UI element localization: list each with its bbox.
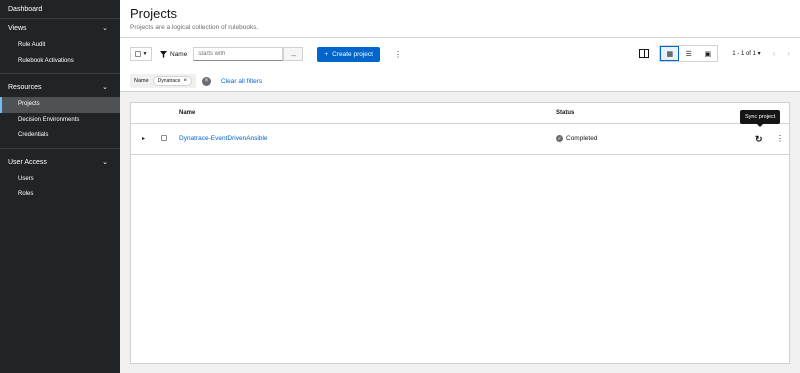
sidebar-item-roles[interactable]: Roles [0, 187, 120, 203]
column-header-name[interactable]: Name [179, 110, 195, 116]
chevron-down-icon: ⌄ [102, 84, 108, 91]
card-view-button[interactable]: ▣ [698, 46, 718, 61]
sidebar-item-rule-audit[interactable]: Rule Audit [0, 38, 120, 54]
plus-icon: + [324, 50, 329, 58]
caret-down-icon: ▼ [142, 51, 148, 57]
close-icon[interactable]: × [183, 78, 187, 84]
sidebar-item-rulebook-activations[interactable]: Rulebook Activations [0, 54, 120, 70]
chip-label: Dynatrace [157, 78, 181, 84]
page-header: Projects Projects are a logical collecti… [120, 0, 800, 38]
filter-chip: Dynatrace × [152, 76, 192, 86]
column-header-status[interactable]: Status [556, 110, 574, 116]
page-subtitle: Projects are a logical collection of rul… [130, 24, 259, 31]
previous-page-button[interactable]: ‹ [773, 49, 776, 58]
pagination-label: 1 - 1 of 1 [732, 51, 756, 57]
sync-icon[interactable]: ↻ [755, 134, 763, 145]
filter-attribute-select[interactable]: Name [160, 50, 188, 58]
clear-all-filters-link[interactable]: Clear all filters [221, 78, 262, 85]
toolbar: ▼ Name → + Create project ⋮ ▦ ☰ ▣ [120, 38, 800, 92]
arrow-right-icon: → [289, 49, 298, 59]
search-input[interactable] [193, 47, 284, 61]
filter-icon [160, 50, 167, 58]
project-name-link[interactable]: Dynatrace-EventDrivenAnsible [179, 135, 268, 142]
sidebar-item-credentials[interactable]: Credentials [0, 128, 120, 144]
create-project-button[interactable]: + Create project [317, 46, 380, 62]
table-icon: ▦ [666, 50, 674, 58]
create-project-label: Create project [332, 50, 373, 58]
manage-columns-icon[interactable] [639, 49, 650, 58]
list-view-button[interactable]: ☰ [679, 46, 699, 61]
row-kebab-menu[interactable]: ⋮ [776, 134, 784, 143]
search-submit-button[interactable]: → [283, 47, 304, 61]
grid-icon: ▣ [704, 50, 712, 58]
view-toggle: ▦ ☰ ▣ [659, 45, 719, 62]
table-view-button[interactable]: ▦ [660, 46, 680, 61]
chevron-down-icon: ⌄ [102, 158, 108, 166]
status-label: Completed [566, 135, 598, 142]
row-checkbox[interactable] [161, 135, 167, 141]
sidebar-item-projects[interactable]: Projects [0, 97, 120, 113]
list-icon: ☰ [685, 50, 692, 58]
status-badge: ✓ Completed [556, 135, 597, 142]
nav-group-label: Resources [8, 84, 42, 91]
checkbox-icon [134, 51, 141, 57]
nav-group-label: Views [8, 25, 27, 32]
divider [0, 147, 120, 149]
chip-group-close-icon[interactable]: × [201, 76, 211, 86]
projects-table: Name Status ▸ Dynatrace-EventDrivenAnsib… [130, 102, 790, 364]
filter-attribute-label: Name [170, 50, 188, 58]
filter-chip-group: Name Dynatrace × [130, 74, 196, 88]
nav-group-label: User Access [8, 158, 47, 166]
sidebar-item-dashboard[interactable]: Dashboard [0, 0, 120, 19]
main-content: Projects Projects are a logical collecti… [120, 0, 800, 373]
sidebar-item-decision-environments[interactable]: Decision Environments [0, 113, 120, 129]
sidebar-item-users[interactable]: Users [0, 172, 120, 188]
table-header: Name Status [131, 103, 789, 124]
page-title: Projects [130, 6, 177, 21]
nav-group-resources[interactable]: Resources ⌄ [0, 78, 120, 97]
expand-row-icon[interactable]: ▸ [142, 135, 145, 142]
table-row: ▸ Dynatrace-EventDrivenAnsible ✓ Complet… [131, 124, 789, 155]
bulk-select-dropdown[interactable]: ▼ [130, 47, 152, 61]
chip-group-label: Name [134, 78, 149, 84]
toolbar-kebab-menu[interactable]: ⋮ [394, 50, 402, 59]
divider [0, 73, 120, 74]
nav-group-user-access[interactable]: User Access ⌄ [0, 153, 120, 172]
nav-group-views[interactable]: Views ⌄ [0, 19, 120, 38]
next-page-button[interactable]: › [787, 49, 790, 58]
sync-project-tooltip: Sync project [740, 110, 781, 127]
sidebar: Dashboard Views ⌄ Rule Audit Rulebook Ac… [0, 0, 120, 373]
chevron-down-icon: ⌄ [102, 25, 108, 32]
check-circle-icon: ✓ [556, 135, 563, 142]
pagination-toggle[interactable]: 1 - 1 of 1 ▾ [732, 50, 760, 57]
